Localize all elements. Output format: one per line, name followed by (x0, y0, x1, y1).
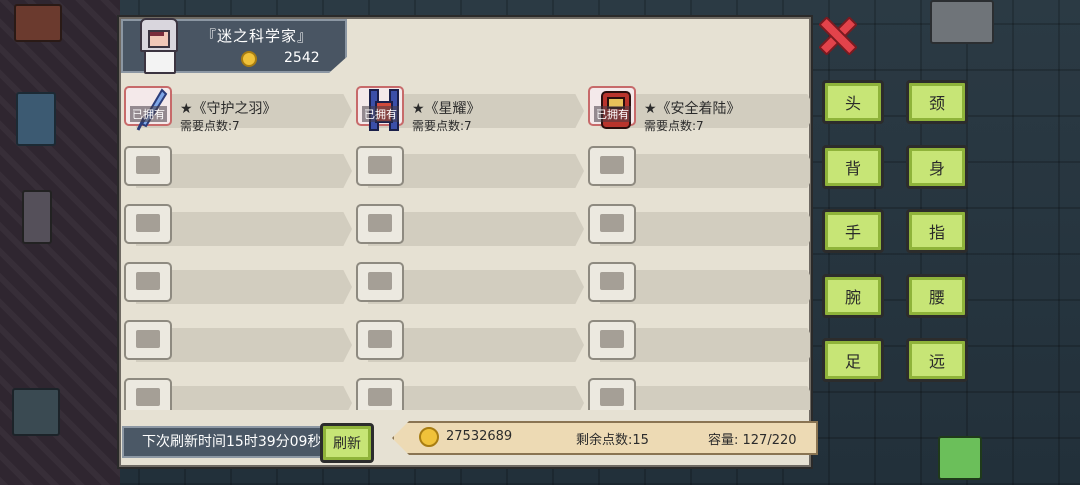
category-body-button[interactable]: 身 (906, 145, 968, 189)
item-cost: 需要点数:7 (180, 119, 240, 133)
category-head-button[interactable]: 头 (822, 80, 884, 124)
category-wrist-button[interactable]: 腕 (822, 274, 884, 318)
category-hand-button[interactable]: 手 (822, 209, 884, 253)
empty-slot[interactable] (354, 314, 586, 364)
cabinet-prop (14, 4, 62, 42)
item-cost: 需要点数:7 (644, 119, 704, 133)
item-grid: 已拥有 ★《守护之羽》 需要点数:7 已拥有 ★《星耀》 需要点数:7 已拥有 … (122, 80, 810, 410)
empty-slot[interactable] (122, 198, 354, 248)
empty-slot[interactable] (586, 140, 810, 190)
item-name: ★《星耀》 (412, 101, 481, 117)
empty-slot[interactable] (122, 372, 354, 410)
gold-coin-icon (419, 427, 439, 447)
category-foot-button[interactable]: 足 (822, 338, 884, 382)
player-gold: 2542 (284, 50, 320, 66)
vent-prop (12, 388, 60, 436)
refresh-button[interactable]: 刷新 (320, 423, 374, 463)
total-gold: 27532689 (446, 429, 513, 444)
gold-coin-icon (241, 51, 257, 67)
scientist-avatar (134, 14, 182, 74)
item-slot[interactable]: 已拥有 ★《星耀》 需要点数:7 (354, 80, 586, 133)
machine-prop (930, 0, 994, 44)
category-neck-button[interactable]: 颈 (906, 80, 968, 124)
empty-slot[interactable] (586, 372, 810, 410)
owned-tag: 已拥有 (130, 106, 167, 122)
chair-prop (16, 92, 56, 146)
item-cost: 需要点数:7 (412, 119, 472, 133)
empty-slot[interactable] (354, 256, 586, 306)
player-title: 『迷之科学家』 (200, 27, 313, 45)
empty-slot[interactable] (122, 314, 354, 364)
refresh-timer: 下次刷新时间15时39分09秒 (122, 426, 322, 458)
owned-tag: 已拥有 (594, 106, 631, 122)
empty-slot[interactable] (586, 256, 810, 306)
empty-slot[interactable] (354, 140, 586, 190)
item-slot[interactable]: 已拥有 ★《守护之羽》 需要点数:7 (122, 80, 354, 133)
capacity: 容量: 127/220 (708, 433, 797, 448)
empty-slot[interactable] (354, 372, 586, 410)
empty-slot[interactable] (122, 140, 354, 190)
close-icon[interactable] (818, 16, 852, 50)
item-name: ★《安全着陆》 (644, 101, 741, 117)
remaining-points: 剩余点数:15 (576, 433, 649, 448)
category-waist-button[interactable]: 腰 (906, 274, 968, 318)
empty-slot[interactable] (354, 198, 586, 248)
item-name: ★《守护之羽》 (180, 101, 277, 117)
item-slot[interactable]: 已拥有 ★《安全着陆》 需要点数:7 (586, 80, 810, 133)
category-finger-button[interactable]: 指 (906, 209, 968, 253)
empty-slot[interactable] (586, 198, 810, 248)
empty-slot[interactable] (586, 314, 810, 364)
category-ranged-button[interactable]: 远 (906, 338, 968, 382)
empty-slot[interactable] (122, 256, 354, 306)
vase-prop (22, 190, 52, 244)
crate-prop (938, 436, 982, 480)
category-back-button[interactable]: 背 (822, 145, 884, 189)
owned-tag: 已拥有 (362, 106, 399, 122)
